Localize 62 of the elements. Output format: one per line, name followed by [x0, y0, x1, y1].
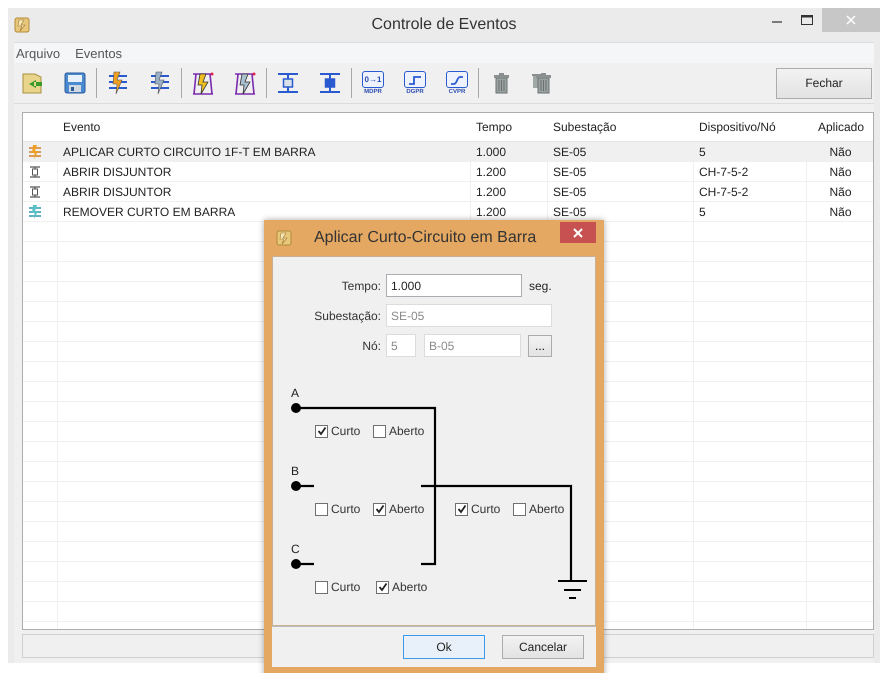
table-cell: ABRIR DISJUNTOR	[58, 182, 471, 201]
fault-icon	[28, 144, 42, 158]
table-cell: 5	[694, 142, 807, 161]
phase-label: A	[291, 386, 300, 400]
menu-item[interactable]: Eventos	[75, 46, 122, 60]
column-header[interactable]: Tempo	[471, 113, 548, 141]
column-header[interactable]: Dispositivo/Nó	[694, 113, 807, 141]
table-cell: Não	[807, 162, 873, 181]
breaker-icon	[28, 184, 42, 198]
close-window-button[interactable]: Fechar	[776, 68, 872, 98]
checkbox[interactable]: Aberto	[376, 579, 428, 595]
table-cell: SE-05	[548, 142, 694, 161]
checkbox[interactable]: Aberto	[373, 501, 424, 517]
table-cell: CH-7-5-2	[694, 182, 807, 201]
table-cell: SE-05	[548, 162, 694, 181]
phase-label: C	[291, 542, 300, 556]
phase-label: B	[291, 464, 300, 478]
checkbox[interactable]: Curto	[315, 423, 360, 439]
table-cell: SE-05	[548, 182, 694, 201]
maximize-icon	[801, 15, 813, 25]
breaker-icon	[28, 164, 42, 178]
table-row[interactable]: ABRIR DISJUNTOR 1.200 SE-05 CH-7-5-2 Não	[23, 162, 873, 182]
table-cell: APLICAR CURTO CIRCUITO 1F-T EM BARRA	[58, 142, 471, 161]
close-button[interactable]	[560, 222, 596, 243]
unit-label: seg.	[529, 278, 552, 292]
checkbox[interactable]: Aberto	[373, 423, 424, 439]
close-icon	[573, 228, 583, 238]
menu-item[interactable]: Arquivo	[16, 46, 60, 60]
table-cell: Não	[807, 142, 873, 161]
close-icon	[846, 15, 856, 25]
table-cell: CH-7-5-2	[694, 162, 807, 181]
fault-icon	[28, 204, 42, 218]
table-cell: 1.200	[471, 162, 548, 181]
column-header[interactable]: Evento	[58, 113, 471, 141]
check-icon	[378, 582, 388, 592]
table-row[interactable]: ABRIR DISJUNTOR 1.200 SE-05 CH-7-5-2 Não	[23, 182, 873, 202]
table-row[interactable]: APLICAR CURTO CIRCUITO 1F-T EM BARRA 1.000 SE-05 5 Não	[23, 142, 873, 162]
check-icon	[456, 504, 466, 514]
table-cell: 1.200	[471, 182, 548, 201]
table-cell: 5	[694, 202, 807, 221]
check-icon	[374, 504, 384, 514]
checkbox[interactable]: Curto	[315, 579, 360, 595]
table-cell: 1.000	[471, 142, 548, 161]
field-label: Nó:	[361, 338, 381, 352]
app-icon	[14, 17, 30, 33]
column-header[interactable]: Subestação	[548, 113, 694, 141]
checkbox[interactable]: Curto	[315, 501, 360, 517]
dialog-title: Aplicar Curto-Circuito em Barra	[314, 229, 536, 247]
dialog-button[interactable]: Ok	[403, 635, 485, 659]
dialog-button[interactable]: Cancelar	[502, 635, 584, 659]
window-title: Controle de Eventos	[372, 16, 516, 33]
table-cell: ABRIR DISJUNTOR	[58, 162, 471, 181]
table-cell: Não	[807, 182, 873, 201]
time-field[interactable]: 1.000	[386, 274, 522, 297]
table-cell: Não	[807, 202, 873, 221]
column-header[interactable]: Aplicado	[807, 113, 873, 141]
checkbox[interactable]: Aberto	[513, 501, 564, 517]
app-icon	[276, 230, 292, 246]
field-label: Subestação:	[313, 308, 381, 322]
check-icon	[316, 426, 326, 436]
checkbox[interactable]: Curto	[455, 501, 500, 517]
field-label: Tempo:	[340, 278, 381, 292]
